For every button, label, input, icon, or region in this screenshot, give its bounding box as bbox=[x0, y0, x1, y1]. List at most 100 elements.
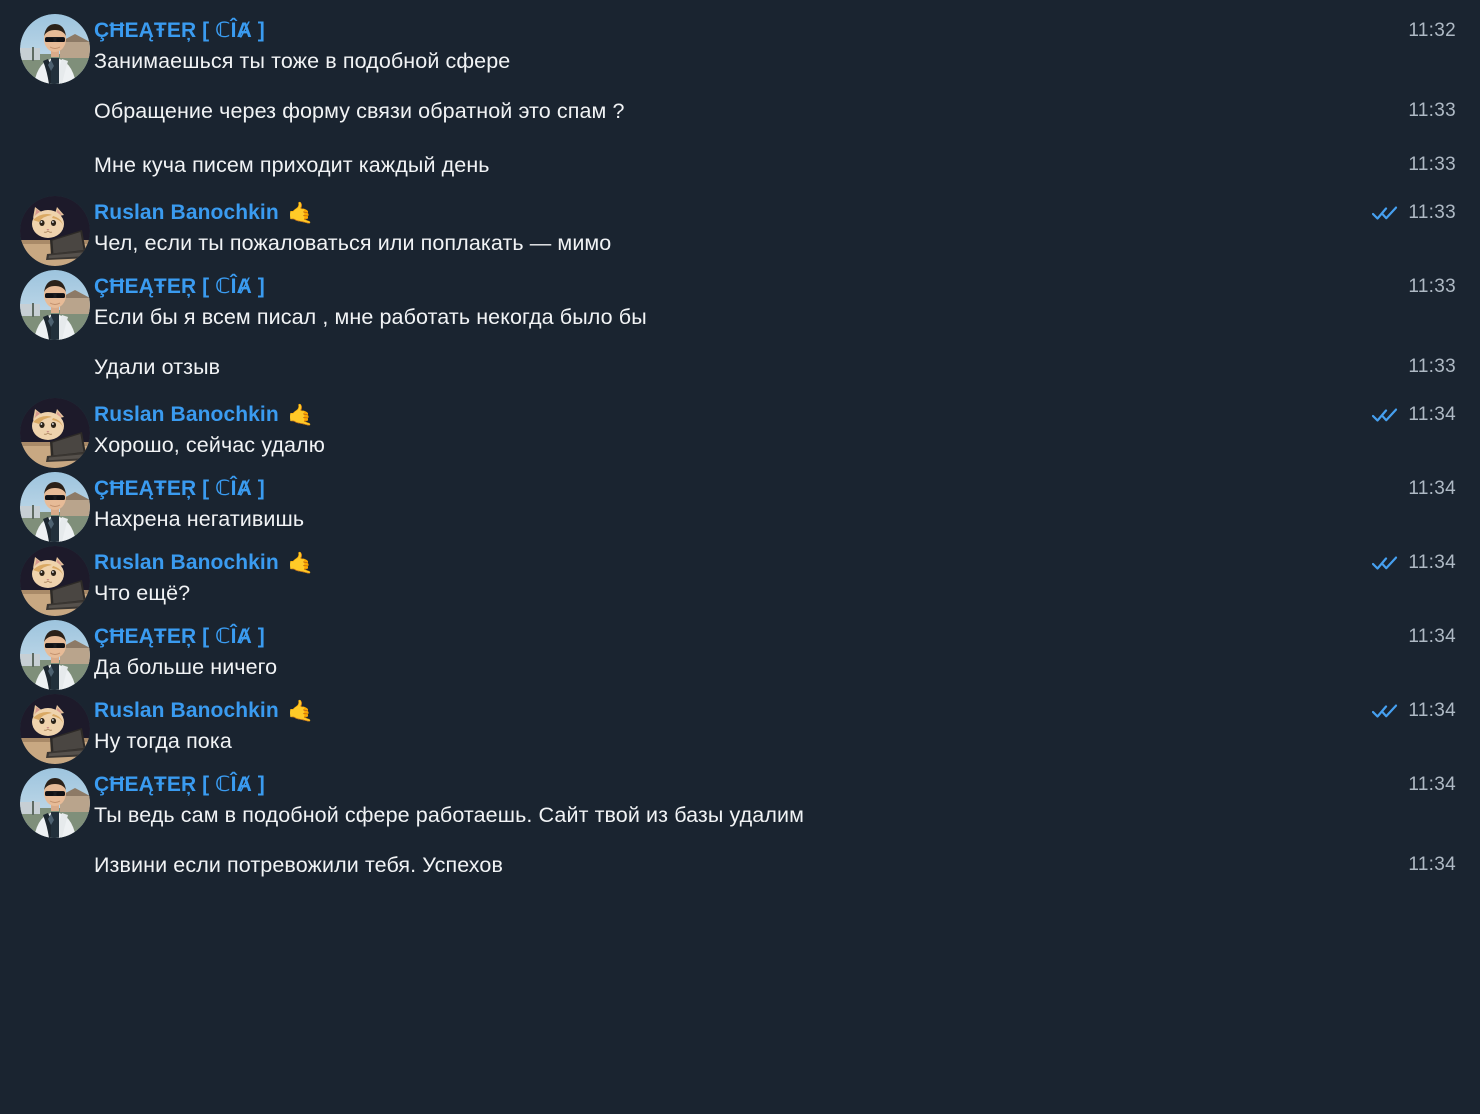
message-row[interactable]: Ruslan Banochkin 🤙 Хорошо, сейчас удалю 11… bbox=[0, 398, 1480, 468]
message-body: Обращение через форму связи обратной это… bbox=[94, 94, 1456, 127]
sender-name[interactable]: ÇĦEĄŦEŖ [ ℂÎȺ ] bbox=[94, 272, 1456, 302]
message-text: Удали отзыв bbox=[94, 355, 221, 379]
avatar-column bbox=[20, 768, 90, 838]
sender-name[interactable]: ÇĦEĄŦEŖ [ ℂÎȺ ] bbox=[94, 770, 1456, 800]
message-row[interactable]: ÇĦEĄŦEŖ [ ℂÎȺ ] Ты ведь сам в подобной сф… bbox=[0, 768, 1480, 838]
avatar-column bbox=[20, 350, 74, 351]
message-text: Ну тогда пока bbox=[94, 729, 232, 753]
read-ticks-icon bbox=[1372, 206, 1398, 220]
sender-name[interactable]: Ruslan Banochkin 🤙 bbox=[94, 198, 1456, 228]
message-row[interactable]: Ruslan Banochkin 🤙 Что ещё? 11:34 bbox=[0, 546, 1480, 616]
avatar-column bbox=[20, 270, 90, 340]
message-row[interactable]: Мне куча писем приходит каждый день 11:33 bbox=[0, 148, 1480, 192]
message-timestamp: 11:34 bbox=[1408, 774, 1456, 795]
message-meta: 11:34 bbox=[1372, 696, 1456, 726]
message-meta: 11:34 bbox=[1372, 548, 1456, 578]
message-row[interactable]: Обращение через форму связи обратной это… bbox=[0, 94, 1480, 138]
sender-name[interactable]: Ruslan Banochkin 🤙 bbox=[94, 696, 1456, 726]
message-text: Что ещё? bbox=[94, 581, 191, 605]
message-text: Если бы я всем писал , мне работать неко… bbox=[94, 305, 647, 329]
avatar[interactable] bbox=[20, 270, 90, 340]
message-row[interactable]: Ruslan Banochkin 🤙 Ну тогда пока 11:34 bbox=[0, 694, 1480, 764]
message-body: Мне куча писем приходит каждый день bbox=[94, 148, 1456, 181]
message-row[interactable]: ÇĦEĄŦEŖ [ ℂÎȺ ] Если бы я всем писал , мн… bbox=[0, 270, 1480, 340]
message-timestamp: 11:34 bbox=[1408, 404, 1456, 425]
avatar-spacer bbox=[20, 848, 74, 849]
call-me-hand-emoji: 🤙 bbox=[287, 200, 315, 225]
read-receipt bbox=[1372, 205, 1398, 221]
avatar-column bbox=[20, 694, 90, 764]
sender-name[interactable]: ÇĦEĄŦEŖ [ ℂÎȺ ] bbox=[94, 16, 1456, 46]
avatar[interactable] bbox=[20, 398, 90, 468]
read-ticks-icon bbox=[1372, 556, 1398, 570]
chat-message-list[interactable]: ÇĦEĄŦEŖ [ ℂÎȺ ] Занимаешься ты тоже в под… bbox=[0, 0, 1480, 1114]
avatar-image-cheater bbox=[20, 270, 90, 340]
message-meta: 11:34 bbox=[1408, 622, 1456, 652]
avatar-column bbox=[20, 546, 90, 616]
message-row[interactable]: ÇĦEĄŦEŖ [ ℂÎȺ ] Занимаешься ты тоже в под… bbox=[0, 14, 1480, 84]
avatar[interactable] bbox=[20, 14, 90, 84]
sender-name[interactable]: Ruslan Banochkin 🤙 bbox=[94, 400, 1456, 430]
message-text: Занимаешься ты тоже в подобной сфере bbox=[94, 49, 511, 73]
avatar-image-cheater bbox=[20, 14, 90, 84]
call-me-hand-emoji: 🤙 bbox=[287, 402, 315, 427]
sender-name[interactable]: Ruslan Banochkin 🤙 bbox=[94, 548, 1456, 578]
avatar-image-ruslan bbox=[20, 694, 90, 764]
avatar-image-ruslan bbox=[20, 196, 90, 266]
message-body: Ruslan Banochkin 🤙 Что ещё? bbox=[94, 546, 1456, 609]
avatar[interactable] bbox=[20, 472, 90, 542]
message-row[interactable]: ÇĦEĄŦEŖ [ ℂÎȺ ] Нахрена негативишь 11:34 bbox=[0, 472, 1480, 542]
message-body: Ruslan Banochkin 🤙 Хорошо, сейчас удалю bbox=[94, 398, 1456, 461]
message-timestamp: 11:34 bbox=[1408, 478, 1456, 499]
message-row[interactable]: Ruslan Banochkin 🤙 Чел, если ты пожаловать… bbox=[0, 196, 1480, 266]
avatar-image-cheater bbox=[20, 620, 90, 690]
message-meta: 11:34 bbox=[1408, 770, 1456, 800]
message-meta: 11:33 bbox=[1408, 352, 1456, 382]
avatar-image-cheater bbox=[20, 472, 90, 542]
message-timestamp: 11:33 bbox=[1408, 276, 1456, 297]
sender-name[interactable]: ÇĦEĄŦEŖ [ ℂÎȺ ] bbox=[94, 622, 1456, 652]
message-timestamp: 11:33 bbox=[1408, 100, 1456, 121]
message-body: Ruslan Banochkin 🤙 Чел, если ты пожаловать… bbox=[94, 196, 1456, 259]
message-timestamp: 11:33 bbox=[1408, 202, 1456, 223]
message-body: ÇĦEĄŦEŖ [ ℂÎȺ ] Нахрена негативишь bbox=[94, 472, 1456, 535]
message-timestamp: 11:34 bbox=[1408, 854, 1456, 875]
message-meta: 11:33 bbox=[1372, 198, 1456, 228]
message-body: ÇĦEĄŦEŖ [ ℂÎȺ ] Ты ведь сам в подобной сф… bbox=[94, 768, 1456, 831]
avatar[interactable] bbox=[20, 694, 90, 764]
avatar-spacer bbox=[20, 94, 74, 95]
message-body: Удали отзыв bbox=[94, 350, 1456, 383]
message-timestamp: 11:34 bbox=[1408, 700, 1456, 721]
avatar[interactable] bbox=[20, 620, 90, 690]
avatar-column bbox=[20, 472, 90, 542]
avatar-image-ruslan bbox=[20, 398, 90, 468]
avatar-spacer bbox=[20, 350, 74, 351]
read-receipt bbox=[1372, 555, 1398, 571]
read-ticks-icon bbox=[1372, 408, 1398, 422]
avatar-column bbox=[20, 148, 74, 149]
avatar[interactable] bbox=[20, 546, 90, 616]
message-text: Хорошо, сейчас удалю bbox=[94, 433, 325, 457]
avatar[interactable] bbox=[20, 768, 90, 838]
avatar-image-cheater bbox=[20, 768, 90, 838]
avatar-spacer bbox=[20, 148, 74, 149]
read-receipt bbox=[1372, 703, 1398, 719]
message-timestamp: 11:34 bbox=[1408, 626, 1456, 647]
avatar[interactable] bbox=[20, 196, 90, 266]
message-row[interactable]: ÇĦEĄŦEŖ [ ℂÎȺ ] Да больше ничего 11:34 bbox=[0, 620, 1480, 690]
message-text: Чел, если ты пожаловаться или поплакать … bbox=[94, 231, 612, 255]
avatar-column bbox=[20, 620, 90, 690]
message-meta: 11:33 bbox=[1408, 272, 1456, 302]
message-row[interactable]: Удали отзыв 11:33 bbox=[0, 350, 1480, 394]
read-ticks-icon bbox=[1372, 704, 1398, 718]
avatar-column bbox=[20, 848, 74, 849]
message-row[interactable]: Извини если потревожили тебя. Успехов 11:… bbox=[0, 848, 1480, 892]
message-meta: 11:34 bbox=[1408, 474, 1456, 504]
call-me-hand-emoji: 🤙 bbox=[287, 550, 315, 575]
message-timestamp: 11:33 bbox=[1408, 154, 1456, 175]
message-timestamp: 11:33 bbox=[1408, 356, 1456, 377]
read-receipt bbox=[1372, 407, 1398, 423]
call-me-hand-emoji: 🤙 bbox=[287, 698, 315, 723]
message-meta: 11:34 bbox=[1372, 400, 1456, 430]
sender-name[interactable]: ÇĦEĄŦEŖ [ ℂÎȺ ] bbox=[94, 474, 1456, 504]
